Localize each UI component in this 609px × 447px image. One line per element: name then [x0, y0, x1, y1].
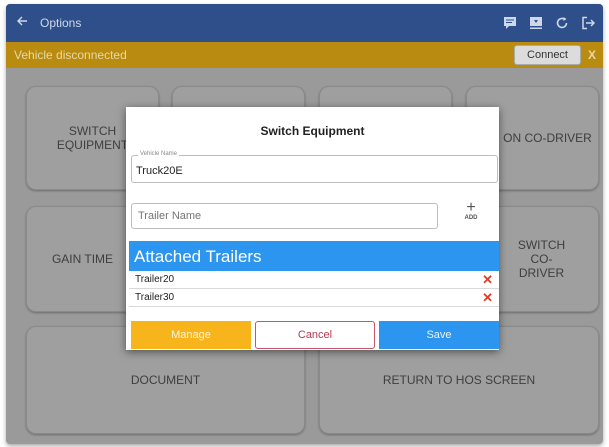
switch-equipment-dialog: Switch Equipment Vehicle Name Truck20E +…: [126, 107, 499, 350]
connection-status-bar: Vehicle disconnected Connect X: [6, 42, 603, 68]
connection-status-text: Vehicle disconnected: [14, 48, 127, 62]
attached-trailers-header: Attached Trailers: [129, 241, 499, 271]
trailer-row: Trailer30 ✕: [129, 290, 499, 307]
app-bar: Options: [6, 4, 603, 42]
trailer-name-input[interactable]: [131, 203, 438, 229]
vehicle-name-value: Truck20E: [136, 165, 183, 177]
vehicle-name-field[interactable]: Vehicle Name Truck20E: [131, 151, 498, 183]
back-arrow-icon[interactable]: [8, 14, 36, 32]
app-window: Options Vehicle disconnected Connect X S…: [6, 4, 603, 444]
cancel-button[interactable]: Cancel: [255, 321, 375, 349]
download-icon[interactable]: [529, 16, 543, 30]
save-button[interactable]: Save: [379, 321, 499, 349]
delete-trailer-icon[interactable]: ✕: [482, 290, 493, 306]
refresh-icon[interactable]: [555, 16, 569, 30]
tile-gain-time-label: GAIN TIME: [51, 252, 114, 266]
trailer-row-name: Trailer20: [135, 274, 175, 285]
connect-button[interactable]: Connect: [514, 45, 581, 65]
message-icon[interactable]: [503, 16, 517, 30]
add-trailer-label: ADD: [464, 215, 478, 221]
tile-switch-codriver-label: SWITCH CO-DRIVER: [517, 238, 566, 280]
manage-button[interactable]: Manage: [131, 321, 251, 349]
plus-icon: +: [466, 199, 476, 216]
dialog-title: Switch Equipment: [260, 124, 365, 138]
tile-return-hos-label: RETURN TO HOS SCREEN: [382, 373, 536, 387]
vehicle-name-label: Vehicle Name: [138, 151, 180, 157]
app-bar-actions: [503, 16, 595, 30]
tile-switch-equipment-label: SWITCH EQUIPMENT: [56, 124, 129, 152]
delete-trailer-icon[interactable]: ✕: [482, 272, 493, 288]
app-bar-title: Options: [40, 16, 82, 30]
trailer-row: Trailer20 ✕: [129, 272, 499, 289]
add-trailer-button[interactable]: + ADD: [457, 199, 485, 222]
dismiss-status-button[interactable]: X: [581, 48, 603, 62]
tile-document-label: DOCUMENT: [130, 373, 201, 387]
logout-icon[interactable]: [581, 16, 595, 30]
trailer-row-name: Trailer30: [135, 292, 175, 303]
